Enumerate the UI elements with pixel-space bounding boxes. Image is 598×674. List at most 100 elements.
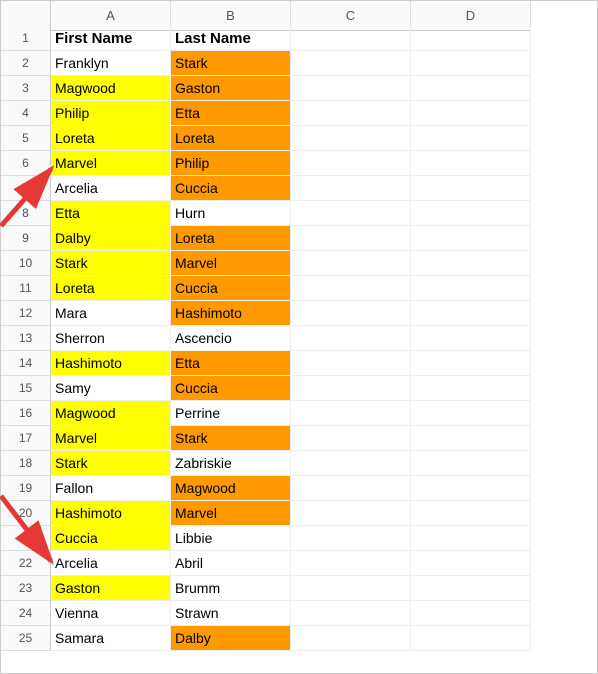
cell-B17[interactable]: Stark xyxy=(171,426,291,451)
cell-B12[interactable]: Hashimoto xyxy=(171,301,291,326)
cell-C16[interactable] xyxy=(291,401,411,426)
cell-A10[interactable]: Stark xyxy=(51,251,171,276)
cell-D22[interactable] xyxy=(411,551,531,576)
row-header-25[interactable]: 25 xyxy=(1,626,51,651)
cell-C4[interactable] xyxy=(291,101,411,126)
cell-A5[interactable]: Loreta xyxy=(51,126,171,151)
cell-A9[interactable]: Dalby xyxy=(51,226,171,251)
cell-A11[interactable]: Loreta xyxy=(51,276,171,301)
row-header-1[interactable]: 1 xyxy=(1,26,51,51)
cell-C12[interactable] xyxy=(291,301,411,326)
cell-B16[interactable]: Perrine xyxy=(171,401,291,426)
cell-C20[interactable] xyxy=(291,501,411,526)
cell-D25[interactable] xyxy=(411,626,531,651)
cell-D24[interactable] xyxy=(411,601,531,626)
row-header-10[interactable]: 10 xyxy=(1,251,51,276)
cell-B9[interactable]: Loreta xyxy=(171,226,291,251)
cell-B24[interactable]: Strawn xyxy=(171,601,291,626)
cell-D13[interactable] xyxy=(411,326,531,351)
cell-C9[interactable] xyxy=(291,226,411,251)
cell-B6[interactable]: Philip xyxy=(171,151,291,176)
cell-A17[interactable]: Marvel xyxy=(51,426,171,451)
cell-C14[interactable] xyxy=(291,351,411,376)
cell-C13[interactable] xyxy=(291,326,411,351)
cell-B23[interactable]: Brumm xyxy=(171,576,291,601)
cell-C19[interactable] xyxy=(291,476,411,501)
cell-C15[interactable] xyxy=(291,376,411,401)
row-header-12[interactable]: 12 xyxy=(1,301,51,326)
cell-A24[interactable]: Vienna xyxy=(51,601,171,626)
cell-A7[interactable]: Arcelia xyxy=(51,176,171,201)
row-header-24[interactable]: 24 xyxy=(1,601,51,626)
cell-D3[interactable] xyxy=(411,76,531,101)
cell-C23[interactable] xyxy=(291,576,411,601)
cell-A22[interactable]: Arcelia xyxy=(51,551,171,576)
cell-D12[interactable] xyxy=(411,301,531,326)
cell-C10[interactable] xyxy=(291,251,411,276)
cell-B4[interactable]: Etta xyxy=(171,101,291,126)
cell-D18[interactable] xyxy=(411,451,531,476)
cell-A1[interactable]: First Name xyxy=(51,26,171,51)
cell-D21[interactable] xyxy=(411,526,531,551)
cell-A25[interactable]: Samara xyxy=(51,626,171,651)
row-header-18[interactable]: 18 xyxy=(1,451,51,476)
cell-C11[interactable] xyxy=(291,276,411,301)
cell-A23[interactable]: Gaston xyxy=(51,576,171,601)
cell-C18[interactable] xyxy=(291,451,411,476)
cell-D1[interactable] xyxy=(411,26,531,51)
cell-A18[interactable]: Stark xyxy=(51,451,171,476)
cell-D17[interactable] xyxy=(411,426,531,451)
cell-A6[interactable]: Marvel xyxy=(51,151,171,176)
cell-A8[interactable]: Etta xyxy=(51,201,171,226)
cell-A16[interactable]: Magwood xyxy=(51,401,171,426)
cell-C21[interactable] xyxy=(291,526,411,551)
row-header-11[interactable]: 11 xyxy=(1,276,51,301)
cell-B8[interactable]: Hurn xyxy=(171,201,291,226)
cell-D14[interactable] xyxy=(411,351,531,376)
cell-D10[interactable] xyxy=(411,251,531,276)
cell-D16[interactable] xyxy=(411,401,531,426)
cell-C22[interactable] xyxy=(291,551,411,576)
cell-A12[interactable]: Mara xyxy=(51,301,171,326)
cell-B1[interactable]: Last Name xyxy=(171,26,291,51)
cell-D6[interactable] xyxy=(411,151,531,176)
cell-C1[interactable] xyxy=(291,26,411,51)
row-header-2[interactable]: 2 xyxy=(1,51,51,76)
cell-C24[interactable] xyxy=(291,601,411,626)
row-header-16[interactable]: 16 xyxy=(1,401,51,426)
cell-D8[interactable] xyxy=(411,201,531,226)
cell-C7[interactable] xyxy=(291,176,411,201)
cell-D23[interactable] xyxy=(411,576,531,601)
cell-C3[interactable] xyxy=(291,76,411,101)
cell-C6[interactable] xyxy=(291,151,411,176)
cell-B5[interactable]: Loreta xyxy=(171,126,291,151)
cell-B10[interactable]: Marvel xyxy=(171,251,291,276)
row-header-13[interactable]: 13 xyxy=(1,326,51,351)
cell-D2[interactable] xyxy=(411,51,531,76)
row-header-17[interactable]: 17 xyxy=(1,426,51,451)
cell-D11[interactable] xyxy=(411,276,531,301)
cell-A20[interactable]: Hashimoto xyxy=(51,501,171,526)
row-header-3[interactable]: 3 xyxy=(1,76,51,101)
cell-B15[interactable]: Cuccia xyxy=(171,376,291,401)
cell-A3[interactable]: Magwood xyxy=(51,76,171,101)
cell-B25[interactable]: Dalby xyxy=(171,626,291,651)
cell-B11[interactable]: Cuccia xyxy=(171,276,291,301)
row-header-23[interactable]: 23 xyxy=(1,576,51,601)
cell-D7[interactable] xyxy=(411,176,531,201)
cell-B18[interactable]: Zabriskie xyxy=(171,451,291,476)
cell-A14[interactable]: Hashimoto xyxy=(51,351,171,376)
cell-B14[interactable]: Etta xyxy=(171,351,291,376)
cell-A4[interactable]: Philip xyxy=(51,101,171,126)
row-header-5[interactable]: 5 xyxy=(1,126,51,151)
cell-B22[interactable]: Abril xyxy=(171,551,291,576)
cell-A19[interactable]: Fallon xyxy=(51,476,171,501)
cell-C8[interactable] xyxy=(291,201,411,226)
cell-A13[interactable]: Sherron xyxy=(51,326,171,351)
cell-B7[interactable]: Cuccia xyxy=(171,176,291,201)
cell-A21[interactable]: Cuccia xyxy=(51,526,171,551)
cell-A2[interactable]: Franklyn xyxy=(51,51,171,76)
cell-C2[interactable] xyxy=(291,51,411,76)
cell-D5[interactable] xyxy=(411,126,531,151)
cell-C5[interactable] xyxy=(291,126,411,151)
